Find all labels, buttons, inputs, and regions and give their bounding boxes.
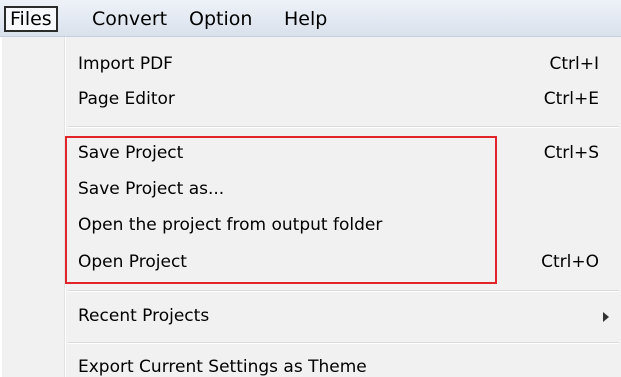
menu-item-open-project[interactable]: Open Project Ctrl+O: [2, 245, 619, 280]
menu-item-save-project[interactable]: Save Project Ctrl+S: [2, 136, 619, 171]
menu-bar: Files Convert Option Help: [0, 0, 621, 37]
menu-separator: [68, 342, 619, 344]
menu-item-shortcut: Ctrl+I: [549, 54, 599, 74]
menu-item-page-editor[interactable]: Page Editor Ctrl+E: [2, 82, 619, 117]
menu-item-shortcut: Ctrl+O: [541, 252, 599, 272]
menu-separator: [68, 290, 619, 292]
menu-separator: [68, 126, 619, 128]
menu-item-label: Export Current Settings as Theme: [78, 357, 367, 377]
menu-help[interactable]: Help: [284, 6, 327, 32]
menu-item-label: Page Editor: [78, 89, 175, 109]
menu-item-import-pdf[interactable]: Import PDF Ctrl+I: [2, 47, 619, 82]
menu-convert[interactable]: Convert: [92, 6, 167, 32]
menu-files[interactable]: Files: [4, 6, 58, 32]
menu-item-label: Open the project from output folder: [78, 215, 383, 235]
chevron-right-icon: [603, 312, 609, 322]
menu-item-label: Save Project: [78, 143, 184, 163]
files-dropdown-menu: Import PDF Ctrl+I Page Editor Ctrl+E Sav…: [2, 37, 621, 377]
menu-item-save-project-as[interactable]: Save Project as...: [2, 172, 619, 207]
menu-item-label: Open Project: [78, 252, 187, 272]
menu-item-export-settings-theme[interactable]: Export Current Settings as Theme: [2, 350, 619, 377]
menu-item-recent-projects[interactable]: Recent Projects: [2, 299, 619, 334]
menu-item-label: Recent Projects: [78, 306, 210, 326]
menu-item-open-from-output-folder[interactable]: Open the project from output folder: [2, 208, 619, 243]
menu-item-shortcut: Ctrl+E: [543, 89, 599, 109]
menu-option[interactable]: Option: [189, 6, 252, 32]
menu-item-shortcut: Ctrl+S: [543, 143, 599, 163]
menu-item-label: Import PDF: [78, 54, 173, 74]
application-window: Files Convert Option Help Import PDF Ctr…: [0, 0, 621, 377]
menu-item-label: Save Project as...: [78, 179, 225, 199]
